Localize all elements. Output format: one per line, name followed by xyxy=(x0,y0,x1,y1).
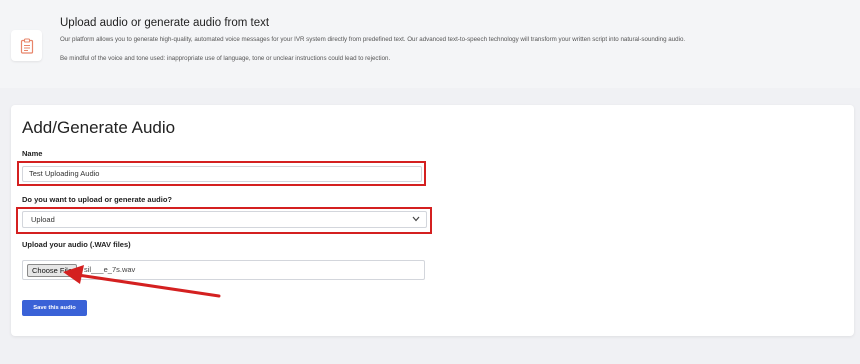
file-input[interactable]: Choose File sil___e_7s.wav xyxy=(22,260,425,280)
save-button[interactable]: Save this audio xyxy=(22,300,87,316)
banner-note: Be mindful of the voice and tone used: i… xyxy=(60,55,391,62)
clipboard-icon xyxy=(11,30,42,61)
add-audio-card: Add/Generate Audio Name Test Uploading A… xyxy=(11,105,854,336)
mode-label: Do you want to upload or generate audio? xyxy=(22,195,173,204)
info-banner: Upload audio or generate audio from text… xyxy=(0,0,860,88)
selected-file-name: sil___e_7s.wav xyxy=(84,265,136,274)
mode-select-value: Upload xyxy=(31,215,55,224)
page-title: Add/Generate Audio xyxy=(22,118,176,137)
banner-title: Upload audio or generate audio from text xyxy=(60,17,270,29)
name-input[interactable]: Test Uploading Audio xyxy=(22,166,422,182)
name-label: Name xyxy=(22,149,43,158)
upload-label: Upload your audio (.WAV files) xyxy=(22,240,131,249)
mode-select[interactable]: Upload xyxy=(22,211,427,228)
choose-file-button[interactable]: Choose File xyxy=(27,264,78,277)
banner-description: Our platform allows you to generate high… xyxy=(60,36,686,43)
chevron-down-icon xyxy=(412,216,420,222)
